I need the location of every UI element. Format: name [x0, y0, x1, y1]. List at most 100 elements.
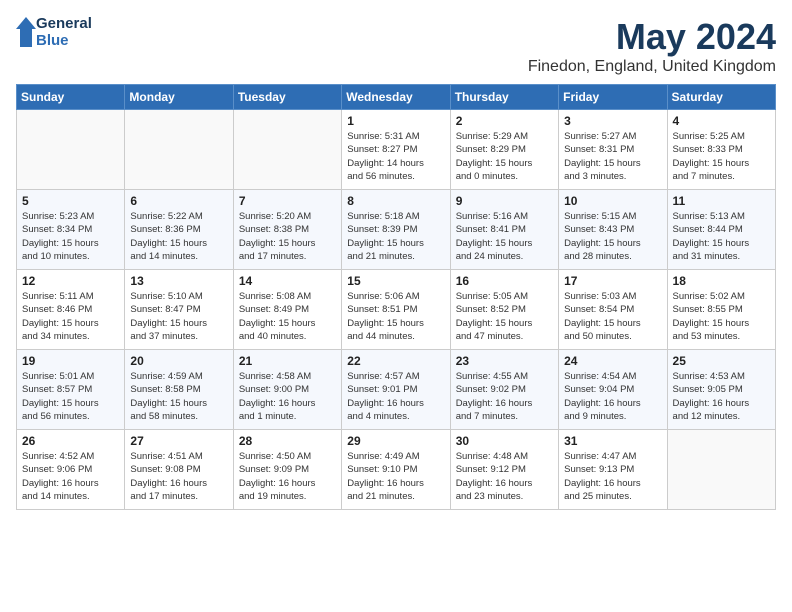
calendar-cell: [17, 110, 125, 190]
day-number: 13: [130, 274, 227, 288]
cell-info: Sunrise: 4:48 AM Sunset: 9:12 PM Dayligh…: [456, 450, 553, 503]
calendar-cell: 26Sunrise: 4:52 AM Sunset: 9:06 PM Dayli…: [17, 430, 125, 510]
day-number: 1: [347, 114, 444, 128]
day-number: 21: [239, 354, 336, 368]
cell-info: Sunrise: 5:08 AM Sunset: 8:49 PM Dayligh…: [239, 290, 336, 343]
cell-info: Sunrise: 4:58 AM Sunset: 9:00 PM Dayligh…: [239, 370, 336, 423]
cell-info: Sunrise: 4:57 AM Sunset: 9:01 PM Dayligh…: [347, 370, 444, 423]
calendar-cell: [233, 110, 341, 190]
day-number: 31: [564, 434, 661, 448]
logo-text: General Blue: [36, 16, 92, 49]
page-header: General Blue May 2024 Finedon, England, …: [16, 16, 776, 76]
logo-blue: Blue: [36, 33, 92, 50]
day-number: 30: [456, 434, 553, 448]
calendar-cell: 13 Sunrise: 5:10 AM Sunset: 8:47 PM Dayli…: [125, 270, 233, 350]
calendar-week-row: 19Sunrise: 5:01 AM Sunset: 8:57 PM Dayli…: [17, 350, 776, 430]
calendar-cell: [125, 110, 233, 190]
day-number: 17: [564, 274, 661, 288]
day-number: 16: [456, 274, 553, 288]
day-number: 24: [564, 354, 661, 368]
cell-info: Sunrise: 4:53 AM Sunset: 9:05 PM Dayligh…: [673, 370, 770, 423]
calendar-week-row: 5 Sunrise: 5:23 AM Sunset: 8:34 PM Daylig…: [17, 190, 776, 270]
day-number: 27: [130, 434, 227, 448]
weekday-header-row: SundayMondayTuesdayWednesdayThursdayFrid…: [17, 85, 776, 110]
calendar-cell: 1Sunrise: 5:31 AM Sunset: 8:27 PM Daylig…: [342, 110, 450, 190]
cell-info: Sunrise: 4:47 AM Sunset: 9:13 PM Dayligh…: [564, 450, 661, 503]
day-number: 28: [239, 434, 336, 448]
day-number: 20: [130, 354, 227, 368]
day-number: 15: [347, 274, 444, 288]
calendar-table: SundayMondayTuesdayWednesdayThursdayFrid…: [16, 84, 776, 510]
calendar-cell: 29 Sunrise: 4:49 AM Sunset: 9:10 PM Dayli…: [342, 430, 450, 510]
day-number: 5: [22, 194, 119, 208]
calendar-cell: 5 Sunrise: 5:23 AM Sunset: 8:34 PM Daylig…: [17, 190, 125, 270]
calendar-cell: 21 Sunrise: 4:58 AM Sunset: 9:00 PM Dayli…: [233, 350, 341, 430]
cell-info: Sunrise: 5:29 AM Sunset: 8:29 PM Dayligh…: [456, 130, 553, 183]
calendar-cell: 14 Sunrise: 5:08 AM Sunset: 8:49 PM Dayli…: [233, 270, 341, 350]
calendar-cell: 3Sunrise: 5:27 AM Sunset: 8:31 PM Daylig…: [559, 110, 667, 190]
day-number: 9: [456, 194, 553, 208]
calendar-cell: 27Sunrise: 4:51 AM Sunset: 9:08 PM Dayli…: [125, 430, 233, 510]
day-number: 6: [130, 194, 227, 208]
day-number: 11: [673, 194, 770, 208]
calendar-cell: 17 Sunrise: 5:03 AM Sunset: 8:54 PM Dayli…: [559, 270, 667, 350]
calendar-cell: 2Sunrise: 5:29 AM Sunset: 8:29 PM Daylig…: [450, 110, 558, 190]
calendar-cell: 24 Sunrise: 4:54 AM Sunset: 9:04 PM Dayli…: [559, 350, 667, 430]
calendar-cell: 15 Sunrise: 5:06 AM Sunset: 8:51 PM Dayli…: [342, 270, 450, 350]
cell-info: Sunrise: 5:16 AM Sunset: 8:41 PM Dayligh…: [456, 210, 553, 263]
day-number: 14: [239, 274, 336, 288]
day-number: 10: [564, 194, 661, 208]
cell-info: Sunrise: 4:49 AM Sunset: 9:10 PM Dayligh…: [347, 450, 444, 503]
cell-info: Sunrise: 5:23 AM Sunset: 8:34 PM Dayligh…: [22, 210, 119, 263]
cell-info: Sunrise: 4:54 AM Sunset: 9:04 PM Dayligh…: [564, 370, 661, 423]
calendar-week-row: 12Sunrise: 5:11 AM Sunset: 8:46 PM Dayli…: [17, 270, 776, 350]
calendar-week-row: 26Sunrise: 4:52 AM Sunset: 9:06 PM Dayli…: [17, 430, 776, 510]
calendar-cell: 20Sunrise: 4:59 AM Sunset: 8:58 PM Dayli…: [125, 350, 233, 430]
calendar-week-row: 1Sunrise: 5:31 AM Sunset: 8:27 PM Daylig…: [17, 110, 776, 190]
weekday-header: Thursday: [450, 85, 558, 110]
calendar-cell: 31 Sunrise: 4:47 AM Sunset: 9:13 PM Dayli…: [559, 430, 667, 510]
day-number: 18: [673, 274, 770, 288]
day-number: 25: [673, 354, 770, 368]
calendar-cell: 30 Sunrise: 4:48 AM Sunset: 9:12 PM Dayli…: [450, 430, 558, 510]
calendar-cell: 22 Sunrise: 4:57 AM Sunset: 9:01 PM Dayli…: [342, 350, 450, 430]
cell-info: Sunrise: 5:27 AM Sunset: 8:31 PM Dayligh…: [564, 130, 661, 183]
cell-info: Sunrise: 5:05 AM Sunset: 8:52 PM Dayligh…: [456, 290, 553, 343]
calendar-cell: 7 Sunrise: 5:20 AM Sunset: 8:38 PM Daylig…: [233, 190, 341, 270]
cell-info: Sunrise: 5:01 AM Sunset: 8:57 PM Dayligh…: [22, 370, 119, 423]
cell-info: Sunrise: 5:13 AM Sunset: 8:44 PM Dayligh…: [673, 210, 770, 263]
logo-general: General: [36, 16, 92, 33]
cell-info: Sunrise: 4:55 AM Sunset: 9:02 PM Dayligh…: [456, 370, 553, 423]
calendar-cell: 6Sunrise: 5:22 AM Sunset: 8:36 PM Daylig…: [125, 190, 233, 270]
cell-info: Sunrise: 5:20 AM Sunset: 8:38 PM Dayligh…: [239, 210, 336, 263]
calendar-cell: 25 Sunrise: 4:53 AM Sunset: 9:05 PM Dayli…: [667, 350, 775, 430]
weekday-header: Wednesday: [342, 85, 450, 110]
day-number: 29: [347, 434, 444, 448]
calendar-cell: [667, 430, 775, 510]
month-title: May 2024: [528, 16, 776, 58]
day-number: 23: [456, 354, 553, 368]
cell-info: Sunrise: 5:02 AM Sunset: 8:55 PM Dayligh…: [673, 290, 770, 343]
location: Finedon, England, United Kingdom: [528, 58, 776, 76]
weekday-header: Saturday: [667, 85, 775, 110]
calendar-cell: 16 Sunrise: 5:05 AM Sunset: 8:52 PM Dayli…: [450, 270, 558, 350]
cell-info: Sunrise: 5:10 AM Sunset: 8:47 PM Dayligh…: [130, 290, 227, 343]
calendar-cell: 19Sunrise: 5:01 AM Sunset: 8:57 PM Dayli…: [17, 350, 125, 430]
day-number: 22: [347, 354, 444, 368]
calendar-cell: 28 Sunrise: 4:50 AM Sunset: 9:09 PM Dayli…: [233, 430, 341, 510]
calendar-cell: 4Sunrise: 5:25 AM Sunset: 8:33 PM Daylig…: [667, 110, 775, 190]
cell-info: Sunrise: 5:18 AM Sunset: 8:39 PM Dayligh…: [347, 210, 444, 263]
day-number: 4: [673, 114, 770, 128]
weekday-header: Friday: [559, 85, 667, 110]
cell-info: Sunrise: 5:15 AM Sunset: 8:43 PM Dayligh…: [564, 210, 661, 263]
calendar-cell: 23 Sunrise: 4:55 AM Sunset: 9:02 PM Dayli…: [450, 350, 558, 430]
cell-info: Sunrise: 4:50 AM Sunset: 9:09 PM Dayligh…: [239, 450, 336, 503]
cell-info: Sunrise: 5:11 AM Sunset: 8:46 PM Dayligh…: [22, 290, 119, 343]
cell-info: Sunrise: 5:03 AM Sunset: 8:54 PM Dayligh…: [564, 290, 661, 343]
cell-info: Sunrise: 5:06 AM Sunset: 8:51 PM Dayligh…: [347, 290, 444, 343]
day-number: 7: [239, 194, 336, 208]
logo: General Blue: [16, 16, 92, 49]
calendar-cell: 9 Sunrise: 5:16 AM Sunset: 8:41 PM Daylig…: [450, 190, 558, 270]
calendar-cell: 10 Sunrise: 5:15 AM Sunset: 8:43 PM Dayli…: [559, 190, 667, 270]
weekday-header: Sunday: [17, 85, 125, 110]
